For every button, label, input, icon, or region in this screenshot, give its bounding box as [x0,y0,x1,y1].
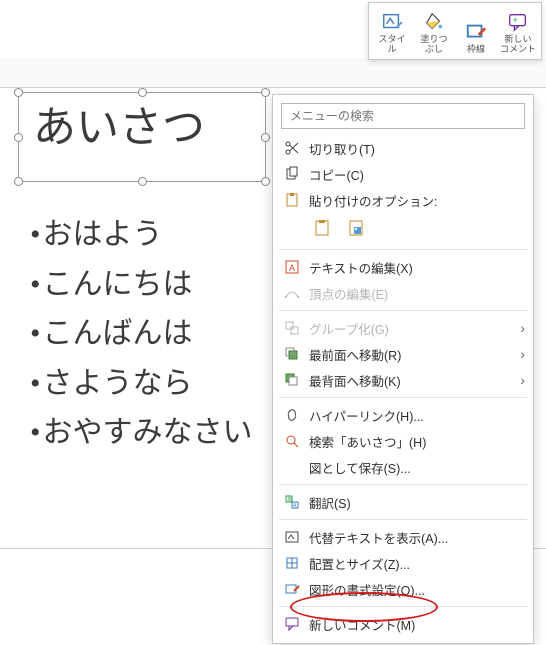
menu-alt-text[interactable]: 代替テキストを表示(A)... [273,524,533,550]
comment-icon [281,616,303,632]
separator [279,519,527,520]
svg-text:A: A [289,263,295,273]
menu-label: 貼り付けのオプション: [303,191,523,210]
fill-button[interactable]: 塗りつ ぶし [413,5,455,57]
menu-label: 最背面へ移動(K) [303,371,523,390]
list-item: さようなら [30,359,253,409]
outline-icon [465,19,487,45]
list-item: こんばんは [30,309,253,359]
points-icon [281,285,303,301]
menu-label: 頂点の編集(E) [303,284,523,303]
translate-icon: あA [281,494,303,510]
resize-handle[interactable] [261,177,270,186]
resize-handle[interactable] [14,177,23,186]
separator [279,397,527,398]
outline-label: 枠線 [467,45,485,55]
new-comment-label: 新しい コメント [500,35,536,55]
bullet-list: おはよう こんにちは こんばんは さようなら おやすみなさい [30,210,253,458]
svg-text:あ: あ [287,497,292,503]
menu-label: テキストの編集(X) [303,258,523,277]
menu-hyperlink[interactable]: ハイパーリンク(H)... [273,402,533,428]
menu-label: 検索「あいさつ」(H) [303,432,523,451]
style-label: スタイ ル [378,35,405,55]
separator [279,249,527,250]
copy-icon [281,166,303,182]
menu-label: 新しいコメント(M) [303,615,523,634]
mini-toolbar: スタイ ル 塗りつ ぶし 枠線 + 新しい コメント [368,2,542,60]
search-icon [281,433,303,449]
menu-paste-options: 貼り付けのオプション: [273,187,533,213]
fill-icon [423,9,445,35]
menu-edit-points: 頂点の編集(E) [273,280,533,306]
menu-label: 翻訳(S) [303,493,523,512]
resize-handle[interactable] [138,88,147,97]
list-item: おはよう [30,210,253,260]
menu-bring-front[interactable]: 最前面へ移動(R) [273,341,533,367]
separator [279,484,527,485]
menu-label: 図形の書式設定(O)... [303,580,523,599]
separator [279,606,527,607]
style-button[interactable]: スタイ ル [371,5,413,57]
resize-handle[interactable] [14,133,23,142]
link-icon [281,407,303,423]
comment-icon: + [507,9,529,35]
menu-send-back[interactable]: 最背面へ移動(K) [273,367,533,393]
resize-handle[interactable] [14,88,23,97]
send-back-icon [281,372,303,388]
resize-handle[interactable] [138,177,147,186]
menu-label: コピー(C) [303,165,523,184]
menu-label: ハイパーリンク(H)... [303,406,523,425]
new-comment-button[interactable]: + 新しい コメント [497,5,539,57]
menu-size-position[interactable]: 配置とサイズ(Z)... [273,550,533,576]
scissors-icon [281,140,303,156]
text-icon: A [281,259,303,275]
svg-text:+: + [513,15,518,25]
menu-format-shape[interactable]: 図形の書式設定(O)... [273,576,533,602]
menu-save-picture[interactable]: 図として保存(S)... [273,454,533,480]
context-menu: 切り取り(T) コピー(C) 貼り付けのオプション: A テキストの編集(X) … [272,94,534,644]
size-icon [281,555,303,571]
clipboard-icon [281,192,303,208]
separator [279,310,527,311]
group-icon [281,320,303,336]
menu-edit-text[interactable]: A テキストの編集(X) [273,254,533,280]
resize-handle[interactable] [261,133,270,142]
menu-label: 代替テキストを表示(A)... [303,528,523,547]
menu-search-term[interactable]: 検索「あいさつ」(H) [273,428,533,454]
ruler-area [0,58,546,88]
paste-use-destination[interactable] [309,215,337,241]
menu-group: グループ化(G) [273,315,533,341]
format-icon [281,581,303,597]
bring-front-icon [281,346,303,362]
menu-label: 図として保存(S)... [303,458,523,477]
menu-search-input[interactable] [281,103,525,129]
list-item: おやすみなさい [30,408,253,458]
menu-translate[interactable]: あA 翻訳(S) [273,489,533,515]
menu-label: 配置とサイズ(Z)... [303,554,523,573]
title-text: あいさつ [19,93,265,165]
list-item: こんにちは [30,260,253,310]
menu-label: 切り取り(T) [303,139,523,158]
paste-options-row [273,213,533,245]
menu-cut[interactable]: 切り取り(T) [273,135,533,161]
menu-new-comment[interactable]: 新しいコメント(M) [273,611,533,637]
outline-button[interactable]: 枠線 [455,5,497,57]
style-icon [381,9,403,35]
menu-label: 最前面へ移動(R) [303,345,523,364]
title-textbox[interactable]: あいさつ [18,92,266,182]
menu-label: グループ化(G) [303,319,523,338]
menu-copy[interactable]: コピー(C) [273,161,533,187]
alt-text-icon [281,529,303,545]
resize-handle[interactable] [261,88,270,97]
paste-picture[interactable] [343,215,371,241]
fill-label: 塗りつ ぶし [420,35,447,55]
menu-search [281,103,525,129]
